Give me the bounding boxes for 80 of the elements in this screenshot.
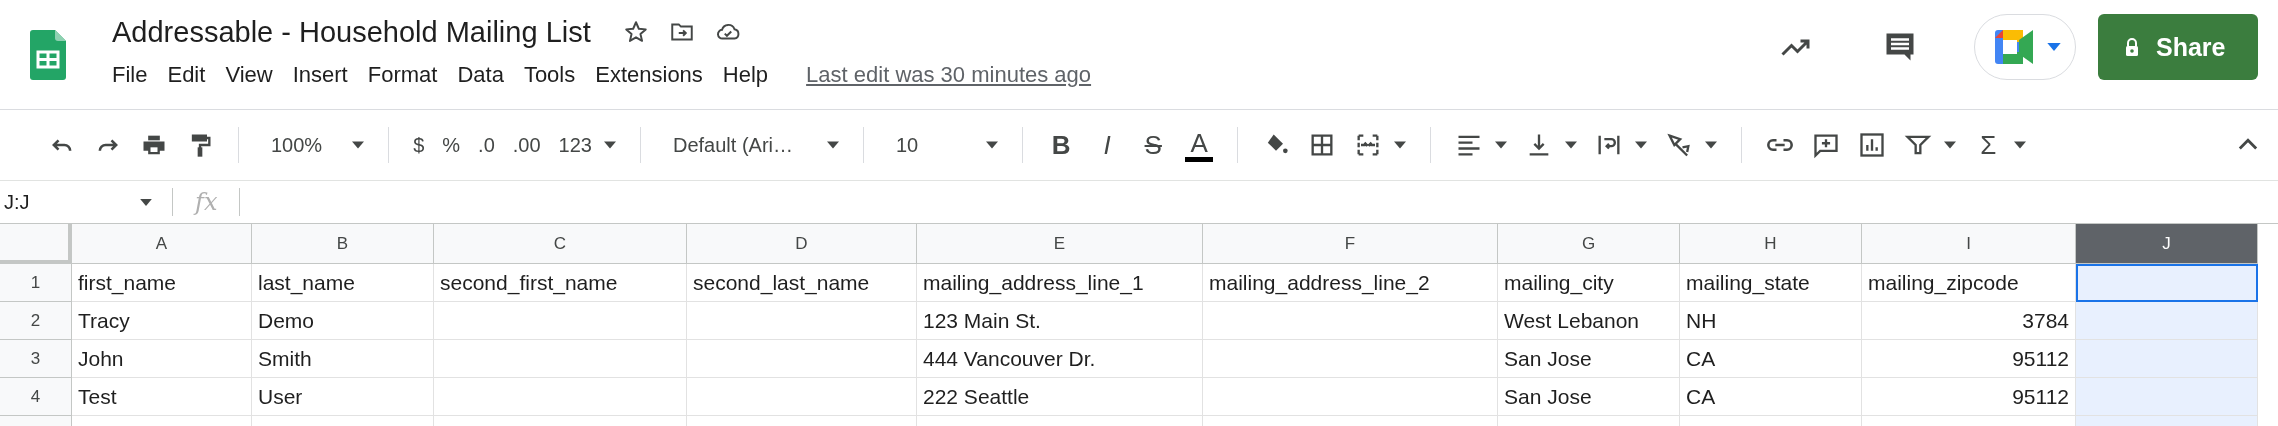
caret-icon[interactable] <box>2014 141 2027 149</box>
fx-label: fx <box>192 188 219 216</box>
row-header[interactable]: 2 <box>0 302 72 340</box>
text-color-button[interactable]: A <box>1185 128 1214 162</box>
column-header[interactable]: G <box>1498 224 1680 264</box>
table-cell: CA <box>1680 378 1862 416</box>
decrease-decimals-button[interactable]: .0 <box>478 133 495 157</box>
table-cell: San Jose <box>1498 340 1680 378</box>
column-header[interactable]: C <box>434 224 687 264</box>
menu-item[interactable]: Extensions <box>595 58 715 92</box>
font-size-dropdown[interactable]: 10 <box>896 133 919 157</box>
column-header[interactable]: B <box>252 224 434 264</box>
caret-icon[interactable] <box>1495 141 1508 149</box>
table-cell: John <box>72 340 252 378</box>
caret-icon[interactable] <box>986 141 999 149</box>
table-cell: 222 Seattle <box>917 378 1203 416</box>
menu-item[interactable]: Data <box>457 58 516 92</box>
sheets-logo-icon[interactable] <box>30 30 66 80</box>
menu-item[interactable]: File <box>112 58 160 92</box>
table-cell: mailing_address_line_1 <box>917 264 1203 302</box>
column-header[interactable]: J <box>2076 224 2258 264</box>
caret-icon <box>2047 43 2061 51</box>
table-cell: Test <box>72 378 252 416</box>
caret-icon[interactable] <box>352 141 365 149</box>
bold-button[interactable]: B <box>1047 129 1076 161</box>
table-cell: last_name <box>252 264 434 302</box>
table-cell: Demo <box>252 302 434 340</box>
column-header[interactable]: H <box>1680 224 1862 264</box>
italic-button[interactable]: I <box>1093 129 1122 161</box>
table-cell: mailing_state <box>1680 264 1862 302</box>
document-title[interactable]: Addressable - Household Mailing List <box>112 15 591 49</box>
table-cell: San Jose <box>1498 378 1680 416</box>
star-icon[interactable] <box>622 19 649 45</box>
zoom-dropdown[interactable]: 100% <box>271 133 323 157</box>
strikethrough-button[interactable]: S <box>1139 129 1168 161</box>
percent-format-button[interactable]: % <box>442 133 461 157</box>
row-header[interactable]: 1 <box>0 264 72 302</box>
table-cell: West Lebanon <box>1498 302 1680 340</box>
table-cell: mailing_city <box>1498 264 1680 302</box>
menu-item[interactable]: Edit <box>167 58 218 92</box>
table-cell: 444 Vancouver Dr. <box>917 340 1203 378</box>
table-cell: mailing_address_line_2 <box>1203 264 1498 302</box>
increase-decimals-button[interactable]: .00 <box>512 133 541 157</box>
font-dropdown[interactable]: Default (Ari… <box>672 133 793 157</box>
table-cell: CA <box>1680 340 1862 378</box>
table-cell: first_name <box>72 264 252 302</box>
caret-icon[interactable] <box>827 141 839 149</box>
lock-icon <box>2124 37 2140 57</box>
column-header[interactable]: E <box>917 224 1203 264</box>
table-cell: Smith <box>252 340 434 378</box>
caret-icon[interactable] <box>603 141 616 149</box>
column-header[interactable]: I <box>1862 224 2076 264</box>
table-cell: User <box>252 378 434 416</box>
caret-icon[interactable] <box>1705 141 1718 149</box>
currency-format-button[interactable]: $ <box>413 133 425 157</box>
functions-button[interactable]: Σ <box>1974 129 2003 161</box>
last-edit-link[interactable]: Last edit was 30 minutes ago <box>806 62 1092 88</box>
menu-item[interactable]: Format <box>367 58 450 92</box>
row-header[interactable]: 3 <box>0 340 72 378</box>
column-header[interactable]: A <box>72 224 252 264</box>
table-cell: 123 Main St. <box>917 302 1203 340</box>
caret-icon[interactable] <box>1394 141 1407 149</box>
caret-icon[interactable] <box>1944 141 1957 149</box>
column-header[interactable]: D <box>687 224 917 264</box>
menu-item[interactable]: Insert <box>292 58 360 92</box>
table-cell: NH <box>1680 302 1862 340</box>
caret-icon[interactable] <box>1635 141 1648 149</box>
table-cell: second_last_name <box>687 264 917 302</box>
caret-icon[interactable] <box>1565 141 1578 149</box>
name-box[interactable]: J:J <box>0 190 160 214</box>
share-button[interactable]: Share <box>2098 14 2258 80</box>
menu-item[interactable]: Tools <box>523 58 588 92</box>
column-header[interactable]: F <box>1203 224 1498 264</box>
table-cell: Tracy <box>72 302 252 340</box>
menu-item[interactable]: View <box>225 58 285 92</box>
row-header[interactable]: 4 <box>0 378 72 416</box>
menu-item[interactable]: Help <box>722 58 781 92</box>
table-cell: second_first_name <box>434 264 687 302</box>
chart-icon[interactable] <box>1858 131 1887 159</box>
more-formats-dropdown[interactable]: 123 <box>558 133 592 157</box>
